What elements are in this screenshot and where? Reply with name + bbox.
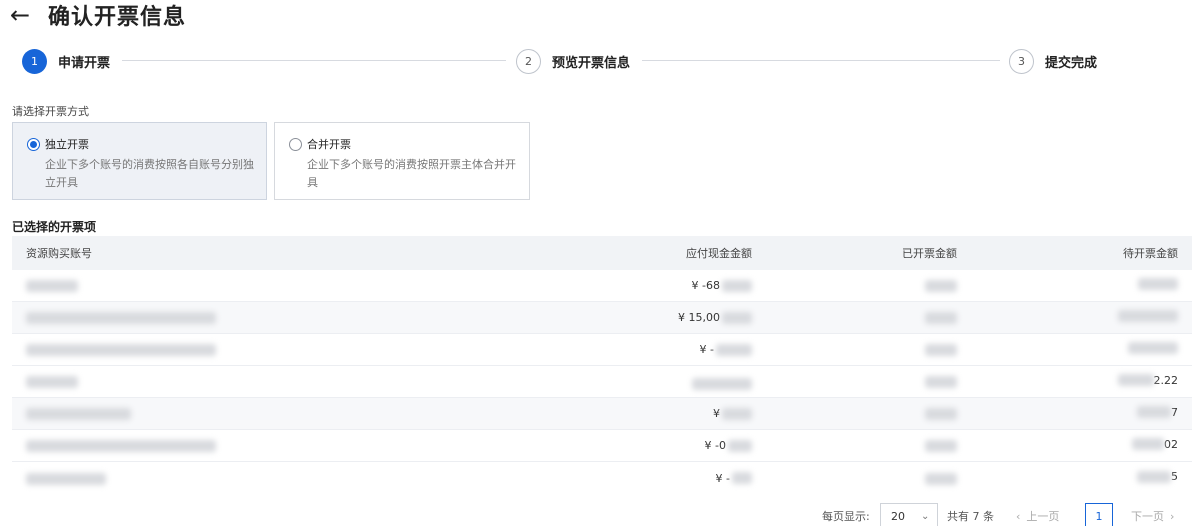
per-page-select[interactable]: 20 ⌄ (880, 503, 939, 526)
step-2-number: 2 (516, 48, 541, 74)
step-3-number: 3 (1009, 48, 1034, 74)
total-count: 共有 7 条 (947, 510, 994, 523)
step-1-label: 申请开票 (58, 55, 111, 71)
chevron-left-icon: ‹ (1016, 509, 1021, 523)
per-page-label: 每页显示: (822, 510, 870, 523)
payable-amount: ¥ 15,00 (678, 311, 720, 324)
table-row: ¥ -68 (12, 270, 1192, 302)
step-connector (642, 60, 1000, 61)
progress-steps: 1 申请开票 2 预览开票信息 3 提交完成 (22, 48, 1172, 74)
redacted-value (1137, 470, 1171, 483)
redacted-value (925, 344, 957, 356)
page-1-button[interactable]: 1 (1085, 503, 1113, 526)
redacted-value (692, 377, 752, 390)
step-3-label: 提交完成 (1045, 55, 1098, 71)
redacted-account (26, 408, 131, 420)
pending-amount: 5 (1171, 470, 1178, 484)
redacted-account (26, 376, 78, 388)
radio-checked-icon[interactable] (27, 137, 40, 151)
option-desc: 企业下多个账号的消费按照开票主体合并开具 (307, 158, 516, 189)
table-row: 2.22 (12, 366, 1192, 398)
redacted-value (925, 376, 957, 388)
step-2: 2 预览开票信息 (516, 48, 630, 74)
redacted-value (722, 311, 752, 324)
redacted-value (925, 408, 957, 420)
table-row: ¥ - 5 (12, 462, 1192, 494)
step-1-number: 1 (22, 48, 47, 74)
redacted-value (1128, 342, 1178, 354)
payable-amount: ¥ (713, 407, 720, 420)
col-invoiced: 已开票金额 (902, 247, 957, 260)
table-row: ¥ - (12, 334, 1192, 366)
step-2-label: 预览开票信息 (552, 55, 631, 71)
redacted-account (26, 440, 216, 452)
redacted-value (722, 279, 752, 292)
redacted-account (26, 312, 216, 324)
option-title: 独立开票 (45, 138, 89, 151)
pending-amount: 02 (1164, 437, 1178, 451)
payable-amount: ¥ -0 (704, 439, 726, 452)
pending-amount: 2.22 (1153, 373, 1179, 387)
per-page-value: 20 (891, 509, 905, 523)
option-merged-invoice[interactable]: 合并开票 企业下多个账号的消费按照开票主体合并开具 (274, 122, 530, 200)
redacted-value (1138, 278, 1178, 290)
page-header: ← 确认开票信息 (10, 0, 186, 30)
redacted-value (925, 472, 957, 485)
next-page-button[interactable]: 下一页 › (1131, 503, 1174, 526)
redacted-value (1117, 374, 1154, 387)
step-1: 1 申请开票 (22, 48, 110, 74)
method-label: 请选择开票方式 (12, 105, 89, 118)
redacted-value (1132, 438, 1164, 451)
redacted-value (716, 343, 752, 356)
option-desc: 企业下多个账号的消费按照各自账号分别独立开具 (45, 158, 254, 189)
col-pending: 待开票金额 (1123, 247, 1178, 260)
prev-page-label: 上一页 (1026, 510, 1060, 523)
next-page-label: 下一页 (1131, 510, 1164, 523)
page-title: 确认开票信息 (48, 5, 187, 30)
redacted-value (925, 312, 957, 324)
chevron-right-icon: › (1170, 509, 1175, 523)
chevron-down-icon: ⌄ (921, 510, 930, 522)
prev-page-button[interactable]: ‹ 上一页 (1016, 503, 1059, 526)
redacted-value (925, 280, 957, 292)
pagination: 每页显示: 20 ⌄ 共有 7 条 ‹ 上一页 1 下一页 › (0, 503, 1192, 526)
pending-amount: 7 (1171, 405, 1178, 419)
table-header: 资源购买账号 应付现金金额 已开票金额 待开票金额 (12, 236, 1192, 270)
col-account: 资源购买账号 (26, 247, 92, 260)
payable-amount: ¥ -68 (691, 279, 720, 292)
redacted-value (722, 407, 752, 420)
payable-amount: ¥ - (715, 471, 730, 485)
redacted-account (26, 280, 78, 292)
payable-amount: ¥ - (699, 343, 714, 356)
redacted-value (728, 439, 752, 452)
redacted-value (1118, 310, 1178, 322)
redacted-value (1137, 406, 1171, 419)
radio-unchecked-icon[interactable] (289, 137, 302, 151)
table-row: ¥ 7 (12, 398, 1192, 430)
option-title: 合并开票 (307, 138, 351, 151)
option-independent-invoice[interactable]: 独立开票 企业下多个账号的消费按照各自账号分别独立开具 (12, 122, 267, 200)
step-3: 3 提交完成 (1009, 48, 1097, 74)
invoice-items-table: 资源购买账号 应付现金金额 已开票金额 待开票金额 ¥ -68 ¥ 15,00 … (12, 236, 1192, 494)
table-row: ¥ 15,00 (12, 302, 1192, 334)
redacted-value (732, 472, 752, 484)
redacted-value (925, 440, 957, 452)
table-row: ¥ -0 02 (12, 430, 1192, 462)
selected-items-title: 已选择的开票项 (12, 220, 97, 234)
col-payable: 应付现金金额 (686, 247, 752, 260)
redacted-account (26, 472, 106, 485)
step-connector (122, 60, 506, 61)
back-arrow-icon[interactable]: ← (10, 1, 38, 29)
redacted-account (26, 344, 216, 356)
